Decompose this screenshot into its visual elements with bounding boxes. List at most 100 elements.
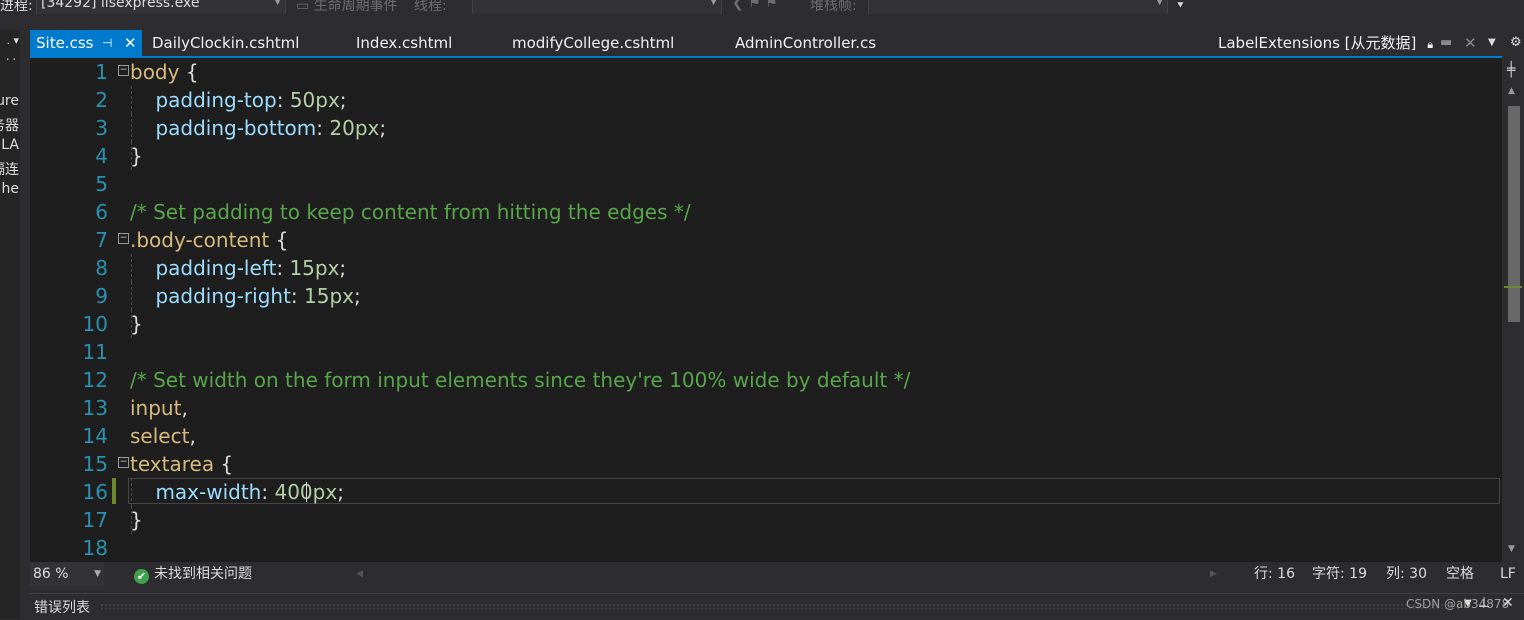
code-line[interactable]: 5 bbox=[30, 170, 1502, 198]
scrollbar-change-marker bbox=[1504, 286, 1522, 288]
column-status[interactable]: 列: 30 bbox=[1386, 562, 1427, 586]
left-panel-item[interactable]: LA bbox=[1, 137, 19, 153]
scrollbar-thumb[interactable] bbox=[1508, 106, 1520, 322]
line-number-status[interactable]: 行: 16 bbox=[1254, 562, 1295, 586]
watermark-text: CSDN @ab34878 bbox=[1406, 597, 1510, 611]
tab-index[interactable]: Index.cshtml bbox=[356, 30, 452, 56]
code-token: { bbox=[269, 228, 289, 252]
tab-label: AdminController.cs bbox=[735, 34, 877, 52]
code-line[interactable]: 6 /* Set padding to keep content from hit… bbox=[30, 198, 1502, 226]
code-line[interactable]: 2 padding-top: 50px; bbox=[30, 86, 1502, 114]
line-number: 9 bbox=[95, 284, 108, 308]
close-icon[interactable]: ✕ bbox=[1502, 595, 1514, 611]
code-line[interactable]: 10} bbox=[30, 310, 1502, 338]
panel-menu-icon[interactable]: ▼ bbox=[1464, 598, 1472, 609]
error-list-title[interactable]: 错误列表 bbox=[34, 597, 90, 617]
pin-icon[interactable]: ⊣ bbox=[102, 30, 112, 56]
left-panel-item[interactable]: he bbox=[2, 181, 20, 197]
code-token: { bbox=[214, 452, 234, 476]
tab-dailyclockin[interactable]: DailyClockin.cshtml bbox=[152, 30, 299, 56]
code-token: padding-top bbox=[155, 88, 277, 112]
code-token: } bbox=[130, 508, 143, 532]
chevron-down-icon: ▼ bbox=[94, 569, 101, 579]
tab-site-css[interactable]: Site.css ⊣ ✕ bbox=[30, 30, 142, 56]
tab-label: Index.cshtml bbox=[356, 34, 453, 52]
code-line[interactable]: 7− .body-content { bbox=[30, 226, 1502, 254]
zoom-level: 86 % bbox=[33, 566, 69, 582]
code-line[interactable]: 16 max-width: 400px; bbox=[30, 478, 1502, 506]
scroll-right-icon[interactable]: ▶ bbox=[1210, 562, 1217, 586]
error-list-panel: 错误列表 CSDN @ab34878 ▼ ⊥ ✕ bbox=[30, 593, 1524, 620]
scroll-down-icon[interactable]: ▼ bbox=[1508, 544, 1515, 554]
code-token: : bbox=[276, 88, 290, 112]
thread-label: 线程: bbox=[414, 0, 447, 14]
chevron-down-icon: ▼ bbox=[710, 0, 717, 7]
process-dropdown[interactable]: [34292] iisexpress.exe ▼ bbox=[36, 0, 286, 14]
tab-modifycollege[interactable]: modifyCollege.cshtml bbox=[512, 30, 674, 56]
code-line[interactable]: 11 bbox=[30, 338, 1502, 366]
line-number: 2 bbox=[95, 88, 108, 112]
debug-toolbar: 进程: [34292] iisexpress.exe ▼ ▭ 生命周期事件 线程… bbox=[0, 0, 1524, 14]
lifecycle-events-button[interactable]: ▭ 生命周期事件 bbox=[296, 0, 398, 14]
tab-admincontroller[interactable]: AdminController.cs bbox=[735, 30, 876, 56]
code-token: , bbox=[181, 396, 188, 420]
code-line[interactable]: 13 input, bbox=[30, 394, 1502, 422]
panel-pin-icon[interactable]: ⠂⠂ bbox=[6, 56, 19, 66]
line-number: 10 bbox=[82, 312, 108, 336]
code-line[interactable]: 15− textarea { bbox=[30, 450, 1502, 478]
tab-labelextensions[interactable]: LabelExtensions [从元数据] 🔒︎ bbox=[1218, 30, 1433, 56]
line-number: 3 bbox=[95, 116, 108, 140]
toolbar-overflow-icon[interactable]: ⯆ bbox=[1176, 0, 1185, 13]
code-editor[interactable]: 1− body {2 padding-top: 50px; 3 padding-bo… bbox=[30, 58, 1502, 562]
fold-toggle-icon[interactable]: − bbox=[118, 233, 129, 244]
code-token: body bbox=[130, 60, 180, 84]
close-icon[interactable]: ✕ bbox=[1464, 30, 1477, 56]
panel-menu-icon[interactable]: . ▾ bbox=[6, 34, 19, 47]
code-text: } bbox=[130, 310, 143, 338]
code-line[interactable]: 3 padding-bottom: 20px; bbox=[30, 114, 1502, 142]
issues-indicator[interactable]: ✔ 未找到相关问题 bbox=[134, 562, 252, 586]
whitespace-status[interactable]: 空格 bbox=[1446, 562, 1474, 586]
code-line[interactable]: 1− body { bbox=[30, 58, 1502, 86]
left-panel-item[interactable]: 务器 bbox=[0, 115, 19, 135]
panel-drag-grip[interactable] bbox=[100, 603, 1460, 609]
thread-dropdown[interactable]: ▼ bbox=[472, 0, 722, 14]
char-status[interactable]: 字符: 19 bbox=[1312, 562, 1367, 586]
split-editor-icon[interactable]: ╪ bbox=[1507, 62, 1515, 78]
line-number: 11 bbox=[82, 340, 108, 364]
pin-icon[interactable]: ▬ bbox=[1440, 30, 1452, 56]
code-text: padding-top: 50px; bbox=[130, 86, 347, 114]
chevron-down-icon: ▼ bbox=[274, 0, 281, 7]
scroll-up-icon[interactable]: ▲ bbox=[1508, 86, 1515, 96]
line-ending-status[interactable]: LF bbox=[1500, 562, 1516, 586]
scroll-left-icon[interactable]: ◀ bbox=[356, 562, 363, 586]
code-line[interactable]: 9 padding-right: 15px; bbox=[30, 282, 1502, 310]
stackframe-dropdown[interactable]: ▼ bbox=[868, 0, 1168, 14]
thread-flag-icon[interactable]: ❮ ⚑ ⚑ bbox=[732, 0, 778, 11]
code-line[interactable]: 17} bbox=[30, 506, 1502, 534]
tab-list-dropdown-icon[interactable]: ▼ bbox=[1488, 30, 1496, 56]
pin-icon[interactable]: ⊥ bbox=[1478, 595, 1490, 611]
fold-toggle-icon[interactable]: − bbox=[118, 457, 129, 468]
code-line[interactable]: 12 /* Set width on the form input element… bbox=[30, 366, 1502, 394]
close-icon[interactable]: ✕ bbox=[124, 30, 137, 56]
vertical-scrollbar[interactable]: ╪ ▲ ▼ bbox=[1502, 58, 1524, 562]
editor-margin bbox=[20, 30, 30, 593]
code-line[interactable]: 18 bbox=[30, 534, 1502, 562]
code-line[interactable]: 8 padding-left: 15px; bbox=[30, 254, 1502, 282]
code-line[interactable]: 14 select, bbox=[30, 422, 1502, 450]
code-token: padding-left bbox=[155, 256, 277, 280]
code-token: padding-bottom bbox=[155, 116, 317, 140]
code-token: ; bbox=[339, 88, 347, 112]
gear-icon[interactable]: ⚙ bbox=[1510, 30, 1522, 56]
code-line[interactable]: 4} bbox=[30, 142, 1502, 170]
zoom-dropdown[interactable]: 86 % ▼ bbox=[30, 562, 104, 586]
fold-toggle-icon[interactable]: − bbox=[118, 65, 129, 76]
code-token: 15px bbox=[304, 284, 355, 308]
code-text: input, bbox=[130, 394, 188, 422]
left-panel-item[interactable]: 隔连 bbox=[0, 159, 19, 179]
code-token: ; bbox=[379, 116, 387, 140]
left-panel-item[interactable]: ure bbox=[0, 93, 19, 109]
